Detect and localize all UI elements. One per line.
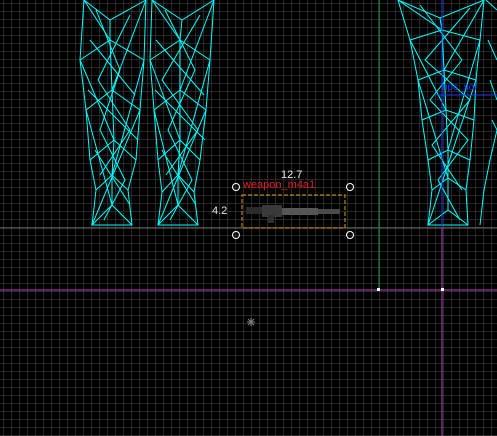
- viewport-scene: [0, 0, 497, 436]
- resize-handle-bottom-right[interactable]: [346, 231, 354, 239]
- axis-marker-a: [377, 288, 380, 291]
- selection-height-readout: 4.2: [212, 205, 228, 217]
- selected-entity[interactable]: [232, 183, 354, 239]
- axis-marker-b: [441, 288, 444, 291]
- selected-entity-name: weapon_m4a1: [243, 179, 316, 191]
- background-entity-name: npc_sol: [442, 82, 477, 93]
- character-wireframe-right[interactable]: [397, 0, 497, 226]
- resize-handle-bottom-left[interactable]: [232, 231, 240, 239]
- rifle-model[interactable]: [246, 205, 340, 223]
- character-wireframe-left[interactable]: [79, 0, 215, 226]
- resize-handle-top-right[interactable]: [346, 183, 354, 191]
- editor-2d-viewport[interactable]: 12.7 4.2 weapon_m4a1 npc_sol: [0, 0, 497, 436]
- origin-crosshair-icon: [247, 318, 255, 326]
- resize-handle-top-left[interactable]: [232, 183, 240, 191]
